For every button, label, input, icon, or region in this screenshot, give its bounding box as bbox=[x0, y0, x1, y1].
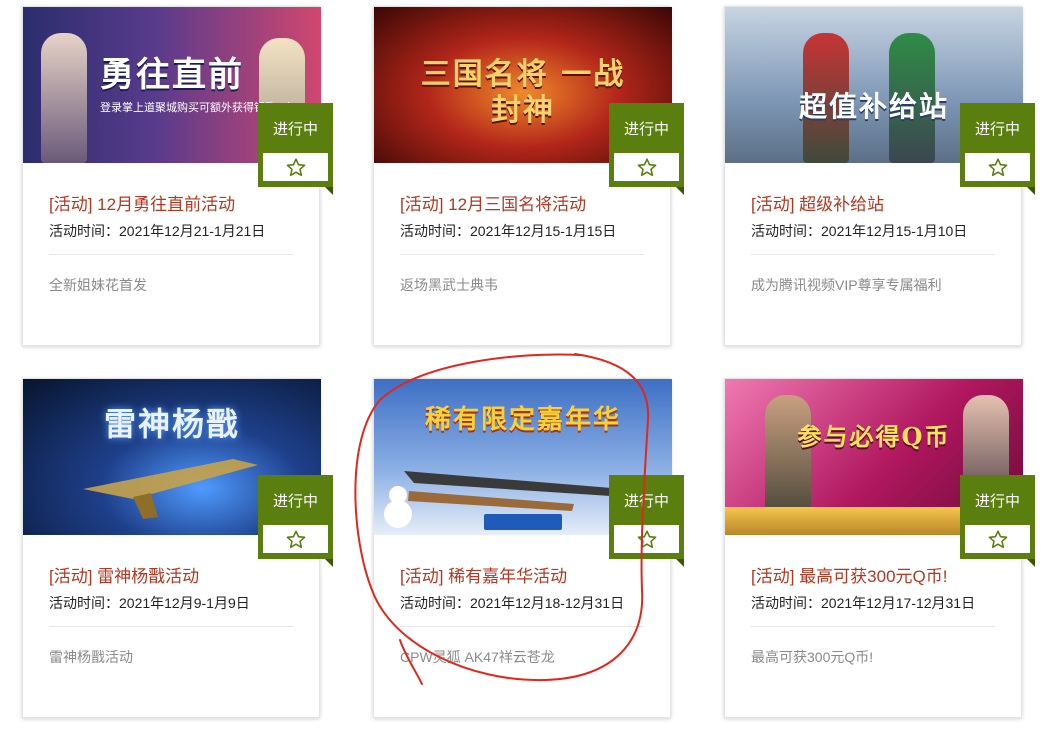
activity-desc: 成为腾讯视频VIP尊享专属福利 bbox=[751, 277, 942, 293]
activity-title[interactable]: [活动] 稀有嘉年华活动 bbox=[400, 562, 567, 587]
favorite-button[interactable] bbox=[964, 152, 1031, 182]
status-label: 进行中 bbox=[272, 493, 318, 510]
divider bbox=[400, 254, 644, 255]
star-icon bbox=[637, 529, 656, 548]
divider bbox=[49, 626, 293, 627]
status-label: 进行中 bbox=[272, 121, 318, 138]
activity-title[interactable]: [活动] 超级补给站 bbox=[751, 190, 884, 215]
activity-card[interactable]: 雷神杨戬 进行中 [活动] 雷神杨戬活动 活动时间：2021年12月9-1月9日… bbox=[22, 378, 333, 718]
activity-title[interactable]: [活动] 12月三国名将活动 bbox=[400, 190, 586, 215]
banner-headline: 勇往直前 bbox=[100, 55, 244, 95]
banner-headline: 三国名将 一战封神 bbox=[420, 57, 626, 128]
divider bbox=[400, 626, 644, 627]
activity-desc: 全新姐妹花首发 bbox=[49, 277, 147, 293]
status-badge: 进行中 bbox=[960, 475, 1035, 559]
activity-title[interactable]: [活动] 最高可获300元Q币! bbox=[751, 562, 947, 587]
activity-time: 活动时间：2021年12月15-1月10日 bbox=[751, 223, 968, 239]
status-badge: 进行中 bbox=[609, 103, 684, 187]
favorite-button[interactable] bbox=[262, 524, 329, 554]
divider bbox=[49, 254, 293, 255]
activity-time: 活动时间：2021年12月21-1月21日 bbox=[49, 223, 266, 239]
status-badge: 进行中 bbox=[609, 475, 684, 559]
status-badge: 进行中 bbox=[258, 475, 333, 559]
activity-card[interactable]: 勇往直前 登录掌上道聚城购买可额外获得钥匙1个 进行中 [活动] 12月勇往直前… bbox=[22, 6, 333, 346]
banner-headline: 超值补给站 bbox=[798, 90, 949, 123]
star-icon bbox=[988, 157, 1007, 176]
activity-card[interactable]: 参与必得Q币 进行中 [活动] 最高可获300元Q币! 活动时间：2021年12… bbox=[724, 378, 1035, 718]
favorite-button[interactable] bbox=[964, 524, 1031, 554]
activity-time: 活动时间：2021年12月18-12月31日 bbox=[400, 595, 625, 611]
status-badge: 进行中 bbox=[258, 103, 333, 187]
activity-grid: 勇往直前 登录掌上道聚城购买可额外获得钥匙1个 进行中 [活动] 12月勇往直前… bbox=[0, 0, 1056, 729]
star-icon bbox=[286, 157, 305, 176]
activity-desc: CPW灵狐 AK47祥云苍龙 bbox=[400, 649, 555, 665]
activity-card[interactable]: 超值补给站 进行中 [活动] 超级补给站 活动时间：2021年12月15-1月1… bbox=[724, 6, 1035, 346]
favorite-button[interactable] bbox=[613, 152, 680, 182]
activity-title[interactable]: [活动] 雷神杨戬活动 bbox=[49, 562, 199, 587]
activity-time: 活动时间：2021年12月17-12月31日 bbox=[751, 595, 976, 611]
activity-desc: 雷神杨戬活动 bbox=[49, 649, 133, 665]
status-label: 进行中 bbox=[974, 121, 1020, 138]
star-icon bbox=[637, 157, 656, 176]
star-icon bbox=[286, 529, 305, 548]
status-badge: 进行中 bbox=[960, 103, 1035, 187]
divider bbox=[751, 626, 995, 627]
divider bbox=[751, 254, 995, 255]
star-icon bbox=[988, 529, 1007, 548]
activity-desc: 返场黑武士典韦 bbox=[400, 277, 498, 293]
favorite-button[interactable] bbox=[262, 152, 329, 182]
activity-desc: 最高可获300元Q币! bbox=[751, 649, 874, 665]
status-label: 进行中 bbox=[623, 121, 669, 138]
activity-time: 活动时间：2021年12月9-1月9日 bbox=[49, 595, 250, 611]
activity-card[interactable]: 稀有限定嘉年华 进行中 [活动] 稀有嘉年华活动 活动时间：2021年12月18… bbox=[373, 378, 684, 718]
activity-title[interactable]: [活动] 12月勇往直前活动 bbox=[49, 190, 235, 215]
status-label: 进行中 bbox=[974, 493, 1020, 510]
activity-time: 活动时间：2021年12月15-1月15日 bbox=[400, 223, 617, 239]
favorite-button[interactable] bbox=[613, 524, 680, 554]
status-label: 进行中 bbox=[623, 493, 669, 510]
banner-headline: 参与必得Q币 bbox=[797, 422, 951, 451]
activity-card[interactable]: 三国名将 一战封神 进行中 [活动] 12月三国名将活动 活动时间：2021年1… bbox=[373, 6, 684, 346]
